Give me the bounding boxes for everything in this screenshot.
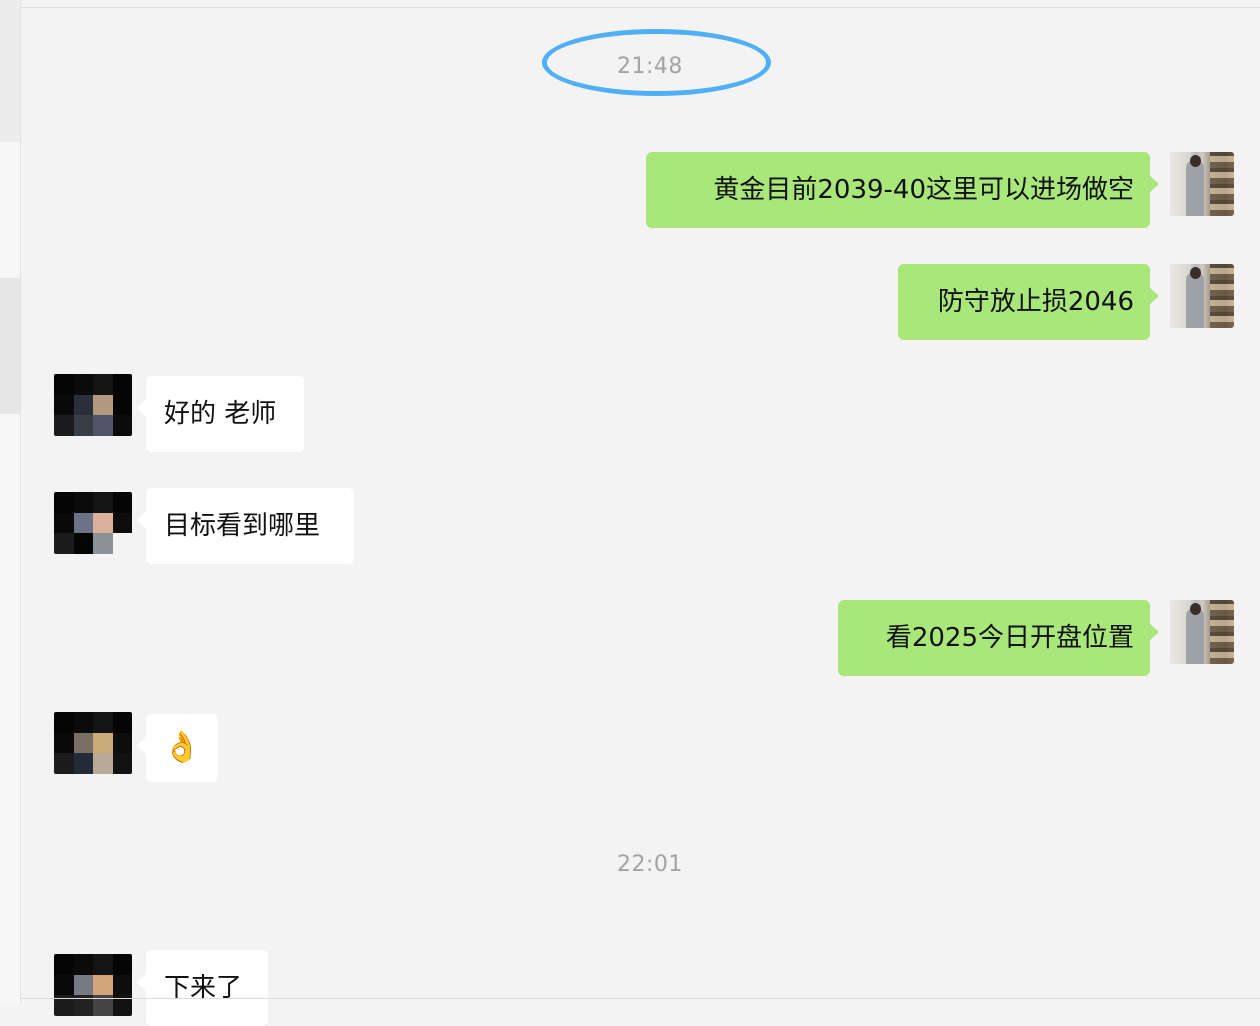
contact-avatar[interactable] — [54, 954, 132, 1016]
message-text: 防守放止损2046 — [937, 287, 1134, 317]
left-panel-edge — [0, 0, 21, 1004]
avatar-head — [1190, 603, 1201, 615]
incoming-message-bubble[interactable]: 好的 老师 — [137, 376, 304, 452]
outgoing-message-bubble[interactable]: 看2025今日开盘位置 — [838, 600, 1159, 676]
my-avatar[interactable] — [1170, 264, 1234, 328]
incoming-message-bubble[interactable]: 👌 — [137, 714, 218, 782]
message-text: 看2025今日开盘位置 — [885, 623, 1134, 653]
bottom-divider — [20, 998, 1260, 999]
avatar-background — [1210, 600, 1234, 664]
avatar-background — [1210, 152, 1234, 216]
message-text: 黄金目前2039-40这里可以进场做空 — [713, 175, 1134, 205]
outgoing-message-bubble[interactable]: 防守放止损2046 — [898, 264, 1159, 340]
ok-hand-emoji-icon: 👌 — [163, 730, 201, 765]
avatar-head — [1190, 155, 1201, 167]
avatar-head — [1190, 267, 1201, 279]
message-text: 目标看到哪里 — [164, 511, 321, 541]
incoming-message-bubble[interactable]: 下来了 — [137, 950, 268, 1026]
top-divider — [20, 7, 1260, 8]
avatar-figure — [1186, 160, 1204, 216]
outgoing-message-bubble[interactable]: 黄金目前2039-40这里可以进场做空 — [646, 152, 1159, 228]
my-avatar[interactable] — [1170, 600, 1234, 664]
my-avatar[interactable] — [1170, 152, 1234, 216]
message-text: 好的 老师 — [164, 399, 277, 429]
incoming-message-bubble[interactable]: 目标看到哪里 — [137, 488, 354, 564]
left-panel-block — [0, 0, 20, 142]
timestamp: 21:48 — [617, 54, 683, 79]
avatar-background — [1210, 264, 1234, 328]
avatar-figure — [1186, 272, 1204, 328]
contact-avatar[interactable] — [54, 374, 132, 436]
contact-avatar[interactable] — [54, 492, 132, 554]
avatar-figure — [1186, 608, 1204, 664]
timestamp: 22:01 — [617, 852, 683, 877]
left-panel-block — [0, 278, 20, 414]
contact-avatar[interactable] — [54, 712, 132, 774]
